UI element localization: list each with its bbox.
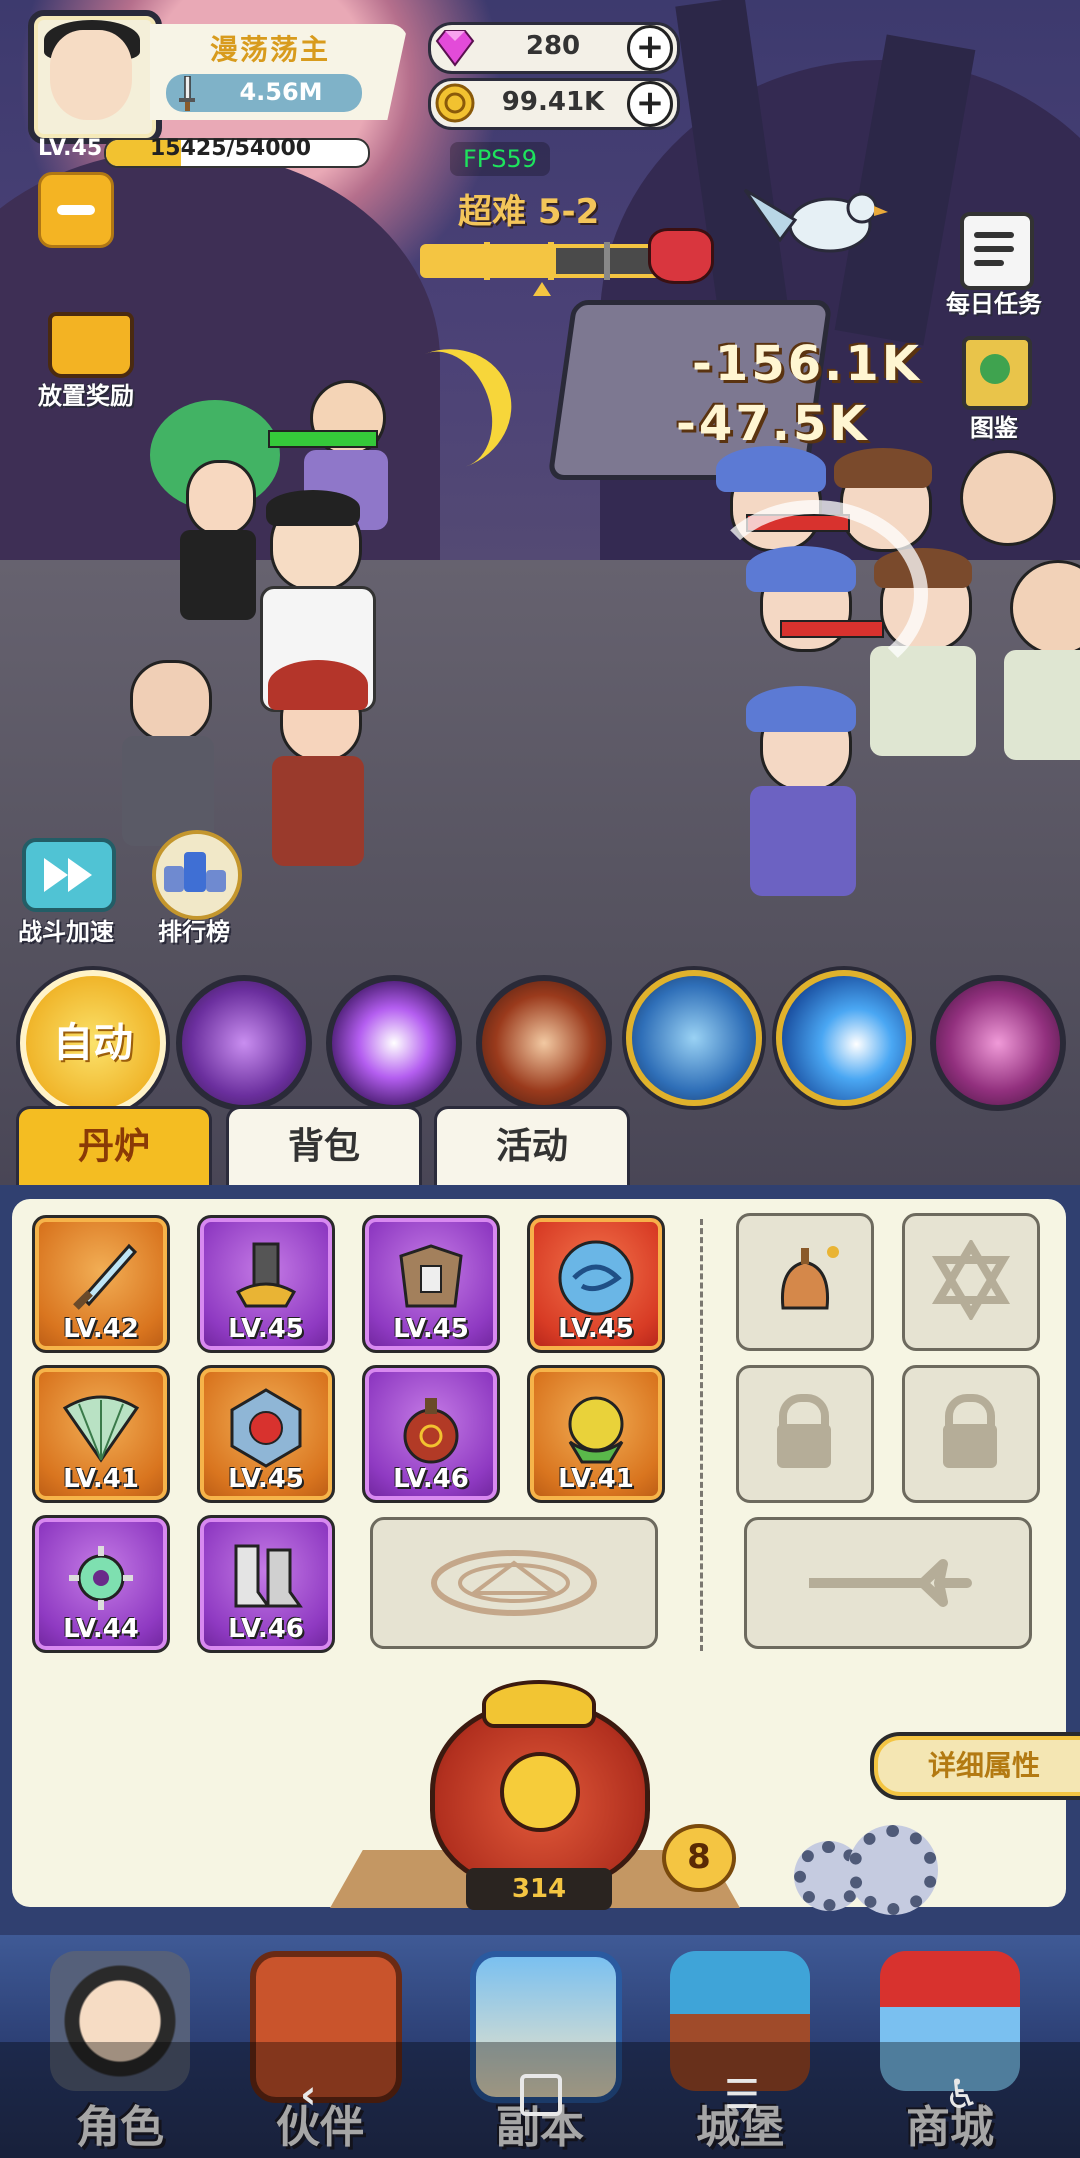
detailed-attributes-button[interactable]: 详细属性 (870, 1732, 1080, 1800)
avatar-face (50, 30, 132, 120)
furnace-count: 314 (466, 1868, 612, 1910)
stage-position-marker (533, 282, 551, 296)
sword-icon (179, 76, 195, 111)
phoenix-icon (743, 188, 888, 253)
gem-icon (435, 30, 475, 67)
collapse-button[interactable] (38, 172, 114, 248)
coin-counter: 99.41K + (428, 78, 680, 130)
add-gems-button[interactable]: + (627, 25, 673, 71)
player-avatar[interactable] (28, 10, 162, 144)
purple-lightning-skill-icon[interactable] (326, 975, 462, 1111)
accessibility-icon[interactable]: ♿ (944, 2072, 980, 2118)
stage-checkpoint (484, 242, 490, 280)
furnace-lid (482, 1680, 596, 1728)
leaderboard-label: 排行榜 (158, 918, 230, 946)
battle-scene: 漫荡荡主 4.56M LV.45 15425/54000 280 + 99.41… (0, 0, 1080, 1185)
coin-icon (435, 83, 475, 123)
list-line (974, 246, 1014, 252)
gem-counter: 280 + (428, 22, 680, 74)
boss-icon (648, 228, 714, 284)
idle-reward-label: 放置奖励 (38, 382, 134, 410)
inventory-panel: LV.42 LV.45 LV.45 LV.45 LV.41 LV.45 LV.4… (0, 1185, 1080, 1935)
back-icon[interactable]: ‹ (300, 2072, 316, 2118)
player-name: 漫荡荡主 (209, 33, 330, 66)
ice-shield-skill-icon[interactable] (626, 970, 762, 1106)
system-navigation-bar: ‹ ☰ ♿ (0, 2042, 1080, 2158)
flame-emblem-icon (500, 1752, 580, 1832)
tab-activity[interactable]: 活动 (434, 1106, 630, 1185)
list-line (974, 232, 1014, 238)
home-icon[interactable] (520, 2074, 562, 2116)
fps-counter: FPS59 (450, 142, 550, 176)
magenta-vortex-skill-icon[interactable] (930, 975, 1066, 1111)
furnace-level-badge: 8 (662, 1824, 736, 1892)
blue-fireball-skill-icon[interactable] (776, 970, 912, 1106)
stage-progress-fill (424, 248, 556, 274)
xp-text: 15425/54000 (150, 136, 312, 161)
stage-label: 超难 5-2 (458, 192, 600, 232)
stage-progress-bar (420, 242, 668, 280)
idle-reward-chest-icon[interactable] (48, 312, 134, 378)
minus-icon (57, 205, 95, 215)
damage-number: -47.5K (676, 396, 870, 452)
furnace-area: 314 8 详细属性 (0, 1185, 1080, 1935)
player-level: LV.45 (38, 136, 103, 161)
stage-checkpoint (548, 242, 554, 280)
coin-amount: 99.41K (501, 87, 605, 117)
gem-amount: 280 (525, 31, 581, 61)
leaderboard-podium-icon[interactable] (152, 830, 242, 920)
purple-swirl-skill-icon[interactable] (176, 975, 312, 1111)
daily-tasks-label: 每日任务 (946, 290, 1042, 318)
fast-forward-icon (44, 858, 92, 892)
combat-power: 4.56M (239, 78, 323, 106)
fire-tornado-skill-icon[interactable] (476, 975, 612, 1111)
auto-skill-button[interactable]: 自动 (20, 970, 166, 1116)
list-line (974, 260, 1004, 266)
hero-health-bar (268, 430, 378, 448)
book-emblem (980, 354, 1010, 384)
whirlwind-effect (700, 500, 928, 688)
add-coins-button[interactable]: + (627, 81, 673, 127)
tab-backpack[interactable]: 背包 (226, 1106, 422, 1185)
battle-speed-label: 战斗加速 (18, 918, 114, 946)
encyclopedia-label: 图鉴 (970, 414, 1018, 442)
damage-number: -156.1K (692, 336, 922, 392)
daily-tasks-button[interactable] (960, 212, 1034, 290)
battle-speed-button[interactable] (22, 838, 116, 912)
gear-icon[interactable] (848, 1825, 938, 1915)
menu-icon[interactable]: ☰ (724, 2072, 760, 2118)
encyclopedia-button[interactable] (962, 336, 1032, 410)
tab-alchemy-furnace[interactable]: 丹炉 (16, 1106, 212, 1185)
stage-checkpoint (604, 242, 610, 280)
